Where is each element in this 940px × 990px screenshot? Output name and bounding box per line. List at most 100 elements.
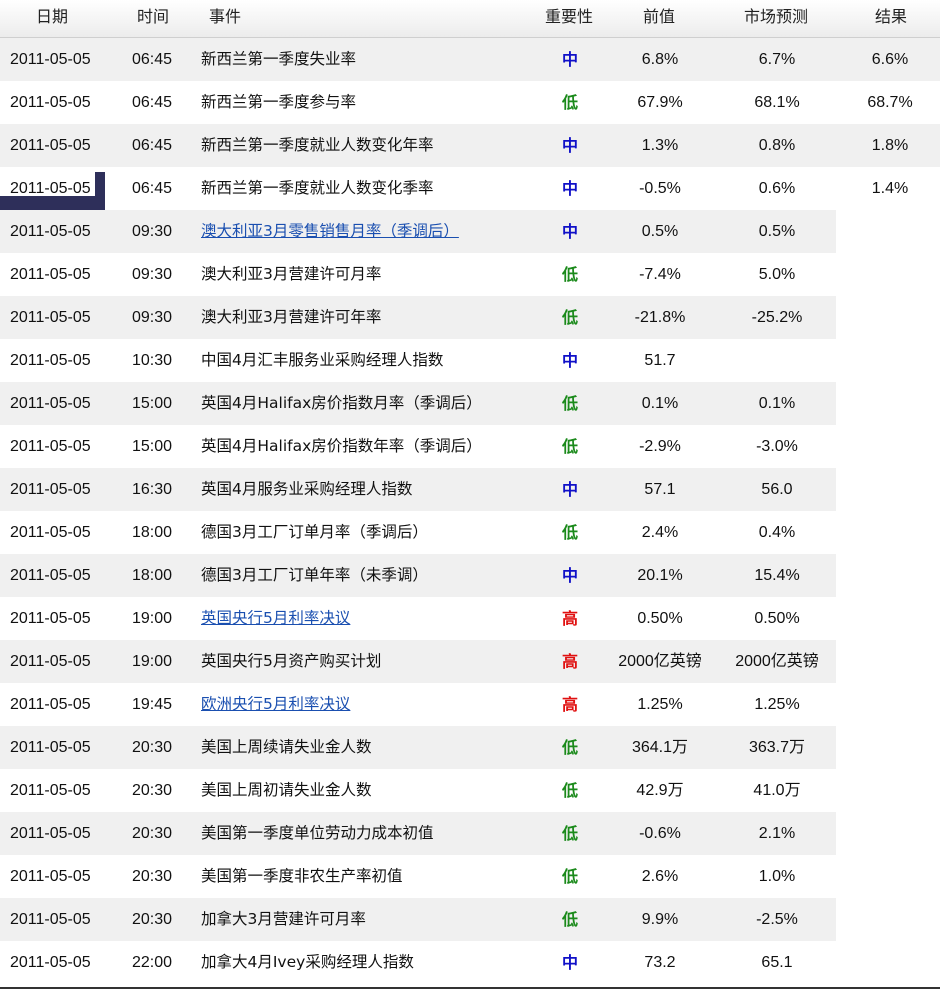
importance-badge: 中 (561, 953, 578, 972)
event-name: 美国第一季度单位劳动力成本初值 (201, 824, 434, 842)
row-time: 20:30 (132, 739, 173, 756)
result-value (840, 941, 940, 984)
previous-value: -0.5% (639, 180, 681, 197)
event-link[interactable]: 澳大利亚3月零售销售月率（季调后） (201, 210, 459, 253)
forecast-value: 15.4% (754, 567, 800, 584)
event-name: 澳大利亚3月营建许可年率 (201, 308, 382, 326)
table-row: 2011-05-05 06:45 新西兰第一季度参与率 低 67.9% 68.1% 68.7… (0, 81, 940, 124)
forecast-value: -25.2% (751, 309, 803, 326)
row-date: 2011-05-05 (10, 868, 91, 885)
table-row: 2011-05-05 18:00 德国3月工厂订单月率（季调后） 低 2.4% 0.4% (0, 511, 940, 554)
table-row: 2011-05-05 22:00 加拿大4月Ivey采购经理人指数 中 73.2 65.1 (0, 941, 940, 984)
result-value (840, 726, 940, 769)
result-value (840, 253, 940, 296)
header-date: 日期 (36, 7, 69, 26)
previous-value: 67.9% (637, 94, 683, 111)
result-value: 1.4% (871, 180, 909, 197)
row-time: 09:30 (132, 223, 173, 240)
importance-badge: 中 (561, 351, 578, 370)
forecast-value: 65.1 (761, 954, 793, 971)
result-value (840, 296, 940, 339)
event-name: 新西兰第一季度失业率 (201, 50, 357, 68)
event-name: 加拿大3月营建许可月率 (201, 910, 366, 928)
forecast-value (718, 339, 836, 382)
forecast-value: 68.1% (754, 94, 800, 111)
forecast-value: -3.0% (756, 438, 798, 455)
previous-value: 9.9% (641, 911, 679, 928)
forecast-value: 0.5% (758, 223, 796, 240)
row-date: 2011-05-05 (10, 51, 91, 68)
row-date: 2011-05-05 (10, 954, 91, 971)
importance-badge: 低 (561, 910, 578, 929)
table-row: 2011-05-05 20:30 美国上周续请失业金人数 低 364.1万 363.7万 (0, 726, 940, 769)
result-value: 1.8% (871, 137, 909, 154)
row-date: 2011-05-05 (10, 782, 91, 799)
event-name: 美国第一季度非农生产率初值 (201, 867, 403, 885)
row-date: 2011-05-05 (10, 653, 91, 670)
previous-value: 57.1 (644, 481, 676, 498)
row-time: 20:30 (132, 911, 173, 928)
forecast-value: 1.0% (758, 868, 796, 885)
result-value (840, 855, 940, 898)
importance-badge: 低 (561, 265, 578, 284)
importance-badge: 中 (561, 480, 578, 499)
row-time: 06:45 (132, 180, 173, 197)
event-name: 美国上周初请失业金人数 (201, 781, 372, 799)
row-time: 06:45 (132, 137, 173, 154)
row-date: 2011-05-05 (10, 825, 91, 842)
row-date: 2011-05-05 (10, 352, 91, 369)
row-date: 2011-05-05 (10, 481, 91, 498)
header-event: 事件 (209, 7, 242, 26)
row-time: 15:00 (132, 438, 173, 455)
header-time: 时间 (137, 7, 170, 26)
event-link[interactable]: 欧洲央行5月利率决议 (201, 683, 350, 726)
row-date: 2011-05-05 (10, 696, 91, 713)
forecast-value: 0.50% (754, 610, 800, 627)
forecast-value: 6.7% (758, 51, 796, 68)
table-row: 2011-05-05 09:30 澳大利亚3月营建许可年率 低 -21.8% -25.2% (0, 296, 940, 339)
importance-badge: 中 (561, 136, 578, 155)
forecast-value: 0.8% (758, 137, 796, 154)
row-time: 16:30 (132, 481, 173, 498)
table-row: 2011-05-05 20:30 加拿大3月营建许可月率 低 9.9% -2.5% (0, 898, 940, 941)
row-time: 10:30 (132, 352, 173, 369)
row-time: 22:00 (132, 954, 173, 971)
row-time: 20:30 (132, 825, 173, 842)
row-time: 09:30 (132, 309, 173, 326)
table-row: 2011-05-05 10:30 中国4月汇丰服务业采购经理人指数 中 51.7 (0, 339, 940, 382)
previous-value: -0.6% (639, 825, 681, 842)
result-value (840, 210, 940, 253)
table-row: 2011-05-05 16:30 英国4月服务业采购经理人指数 中 57.1 56.0 (0, 468, 940, 511)
previous-value: 20.1% (637, 567, 683, 584)
importance-badge: 低 (561, 781, 578, 800)
forecast-value: 0.6% (758, 180, 796, 197)
table-row: 2011-05-05 09:30 澳大利亚3月零售销售月率（季调后） 中 0.5% 0.5… (0, 210, 940, 253)
previous-value: 1.25% (637, 696, 683, 713)
event-name: 英国央行5月资产购买计划 (201, 652, 382, 670)
header-importance: 重要性 (545, 7, 594, 26)
header-forecast: 市场预测 (744, 7, 809, 26)
table-row: 2011-05-05 09:30 澳大利亚3月营建许可月率 低 -7.4% 5.0% (0, 253, 940, 296)
row-date: 2011-05-05 (10, 524, 91, 541)
forecast-value: 363.7万 (748, 739, 806, 756)
result-value (840, 683, 940, 726)
table-bottom-border (0, 987, 940, 989)
table-row: 2011-05-05 20:30 美国第一季度单位劳动力成本初值 低 -0.6% 2.1% (0, 812, 940, 855)
forecast-value: 0.4% (758, 524, 796, 541)
importance-badge: 中 (561, 179, 578, 198)
previous-value: 2.6% (641, 868, 679, 885)
event-link[interactable]: 英国央行5月利率决议 (201, 597, 350, 640)
forecast-value: 2000亿英镑 (735, 653, 819, 670)
table-row: 2011-05-05 20:30 美国第一季度非农生产率初值 低 2.6% 1.0% (0, 855, 940, 898)
event-name: 新西兰第一季度参与率 (201, 93, 357, 111)
forecast-value: 2.1% (758, 825, 796, 842)
result-value (840, 812, 940, 855)
event-name: 中国4月汇丰服务业采购经理人指数 (201, 351, 444, 369)
row-date: 2011-05-05 (10, 395, 91, 412)
row-date: 2011-05-05 (10, 567, 91, 584)
previous-value: 73.2 (644, 954, 676, 971)
event-name: 德国3月工厂订单月率（季调后） (201, 523, 428, 541)
importance-badge: 低 (561, 523, 578, 542)
event-name: 英国4月Halifax房价指数月率（季调后） (201, 394, 482, 412)
table-row: 2011-05-05 15:00 英国4月Halifax房价指数月率（季调后） 低 0.… (0, 382, 940, 425)
